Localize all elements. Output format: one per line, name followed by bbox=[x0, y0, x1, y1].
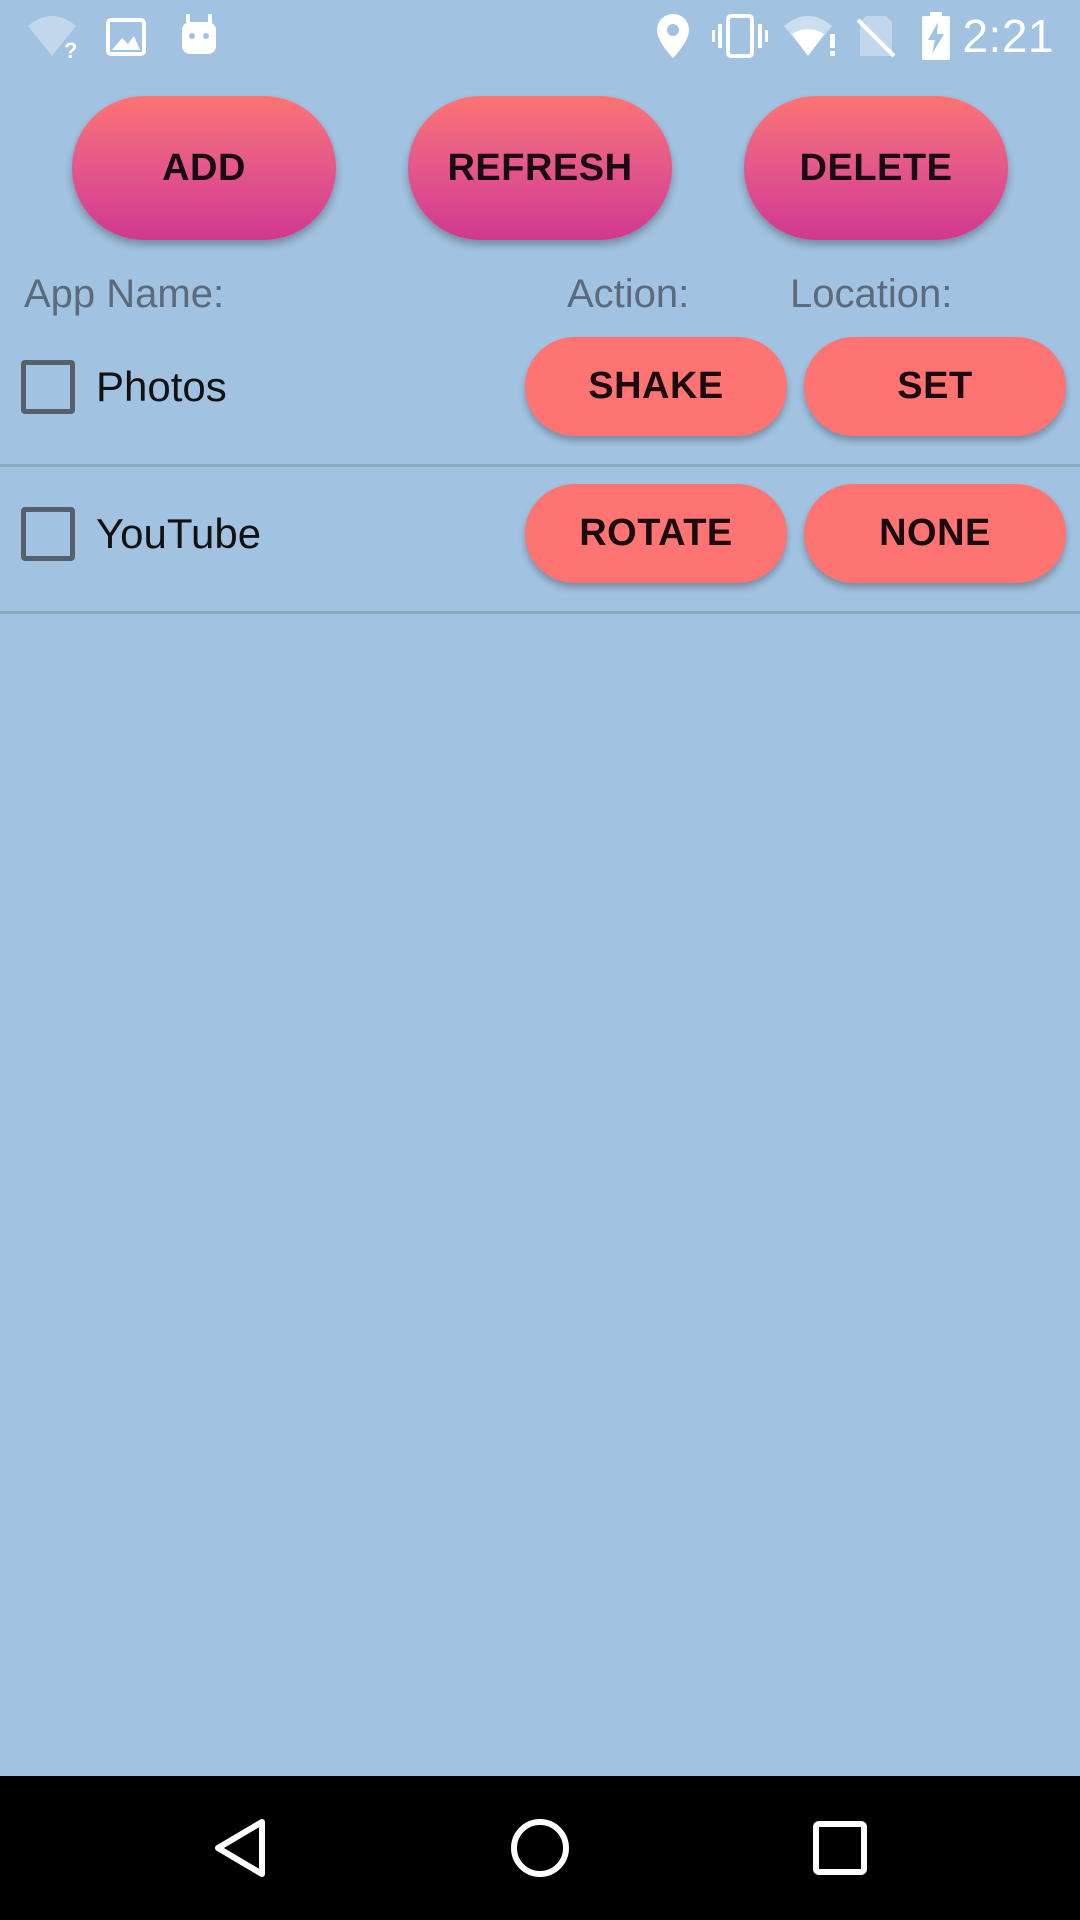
location-button-photos[interactable]: SET bbox=[804, 337, 1066, 436]
refresh-button[interactable]: REFRESH bbox=[408, 96, 672, 240]
location-button-youtube[interactable]: NONE bbox=[804, 484, 1066, 583]
app-row-photos: Photos SHAKE SET bbox=[0, 320, 1080, 467]
image-icon bbox=[106, 18, 146, 56]
row-checkbox-photos[interactable] bbox=[21, 360, 75, 414]
android-icon bbox=[182, 14, 216, 54]
app-name-photos: Photos bbox=[96, 363, 227, 410]
battery-charging-icon bbox=[922, 12, 950, 60]
home-icon bbox=[511, 1819, 569, 1877]
row-checkbox-youtube[interactable] bbox=[21, 507, 75, 561]
location-icon bbox=[657, 14, 689, 58]
header-action: Action: bbox=[567, 272, 690, 316]
navigation-bar bbox=[0, 1776, 1080, 1920]
status-time: 2:21 bbox=[962, 10, 1054, 62]
home-button[interactable] bbox=[488, 1796, 592, 1900]
app-row-youtube: YouTube ROTATE NONE bbox=[0, 467, 1080, 614]
add-button[interactable]: ADD bbox=[72, 96, 336, 240]
header-location: Location: bbox=[790, 272, 953, 316]
recents-button[interactable] bbox=[788, 1796, 892, 1900]
back-button[interactable] bbox=[188, 1796, 292, 1900]
action-button-youtube[interactable]: ROTATE bbox=[525, 484, 787, 583]
no-sim-icon bbox=[856, 16, 896, 58]
wifi-unknown-icon: ? bbox=[28, 16, 77, 60]
status-bar: ? 2:21 bbox=[0, 0, 1080, 72]
action-button-photos[interactable]: SHAKE bbox=[525, 337, 787, 436]
svg-text:?: ? bbox=[64, 38, 77, 60]
header-app-name: App Name: bbox=[24, 272, 225, 316]
app-name-youtube: YouTube bbox=[96, 510, 262, 557]
wifi-alert-icon bbox=[784, 16, 835, 56]
recents-icon bbox=[813, 1821, 867, 1875]
delete-button[interactable]: DELETE bbox=[744, 96, 1008, 240]
vibrate-icon bbox=[712, 14, 768, 58]
back-icon bbox=[215, 1819, 265, 1877]
